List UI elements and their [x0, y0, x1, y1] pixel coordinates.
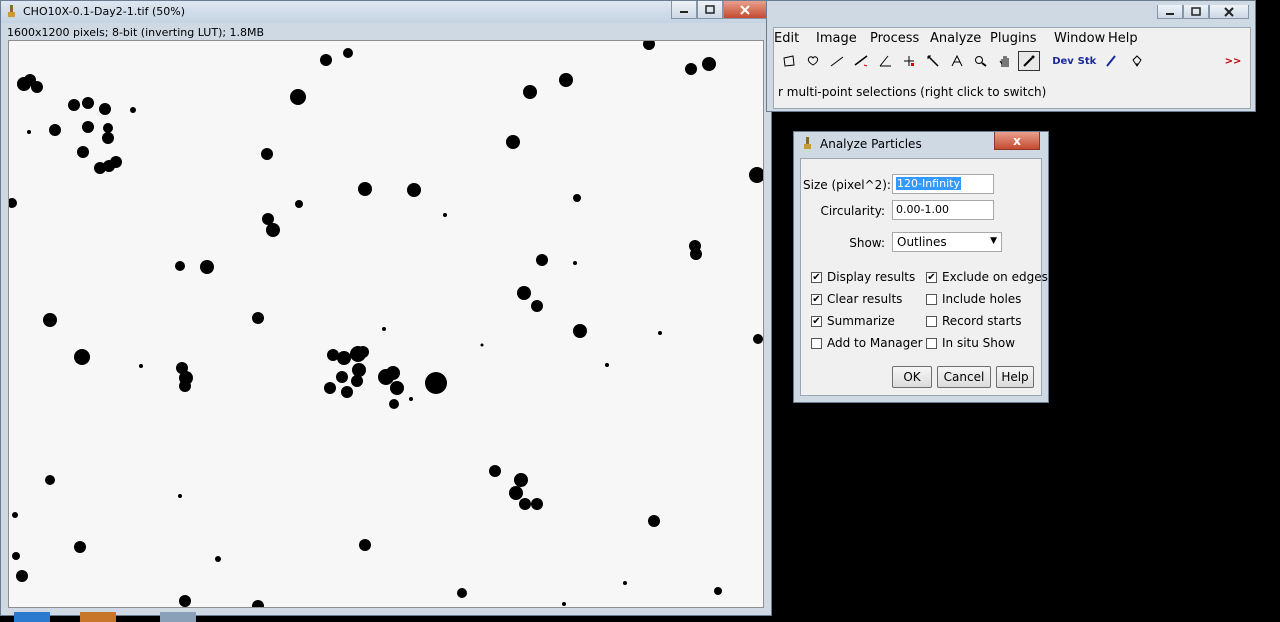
size-input-value: 120-Infinity — [896, 177, 961, 190]
polygon-tool[interactable] — [826, 51, 848, 71]
status-bar-text: r multi-point selections (right click to… — [778, 85, 1047, 99]
circularity-input[interactable]: 0.00-1.00 — [892, 200, 994, 220]
clear-results-checkbox[interactable]: ✔ — [811, 294, 822, 305]
close-icon — [740, 4, 750, 15]
ij-maximize-button[interactable] — [1183, 5, 1209, 19]
add-to-manager-label: Add to Manager — [827, 336, 923, 350]
image-window[interactable]: CHO10X-0.1-Day2-1.tif (50%) 1600x1200 pi… — [0, 0, 772, 616]
analyze-particles-dialog[interactable]: Analyze Particles x Size (pixel^2): 120-… — [793, 131, 1049, 403]
maximize-button[interactable] — [697, 1, 723, 19]
flood-fill-icon — [1132, 55, 1142, 67]
hand-tool[interactable] — [994, 51, 1016, 71]
text-tool[interactable] — [946, 51, 968, 71]
oval-tool[interactable] — [802, 51, 824, 71]
more-tools-button[interactable]: >> — [1222, 51, 1244, 71]
close-icon — [1224, 6, 1234, 17]
angle-icon — [879, 55, 891, 67]
chevron-down-icon: ▼ — [990, 236, 997, 246]
wand-icon — [927, 55, 939, 67]
polygon-icon — [830, 56, 844, 67]
menu-analyze[interactable]: Analyze — [930, 31, 981, 46]
imagej-app-icon — [804, 137, 811, 149]
oval-icon — [807, 56, 819, 66]
taskbar-item-1[interactable] — [14, 612, 50, 622]
color-picker-icon — [1023, 55, 1035, 67]
circularity-label: Circularity: — [820, 204, 885, 218]
dev-tool[interactable]: Dev — [1052, 51, 1074, 71]
image-window-titlebar[interactable]: CHO10X-0.1-Day2-1.tif (50%) — [1, 1, 771, 23]
maximize-icon — [1191, 7, 1201, 16]
menu-help[interactable]: Help — [1108, 31, 1138, 46]
close-window-button[interactable] — [723, 1, 767, 19]
record-starts-checkbox[interactable] — [926, 316, 937, 327]
imagej-toolbar-window[interactable]: Edit Image Process Analyze Plugins Windo… — [766, 0, 1256, 112]
menu-edit[interactable]: Edit — [774, 31, 799, 46]
display-results-label: Display results — [827, 270, 916, 284]
text-icon — [951, 55, 963, 67]
imagej-app-icon — [8, 5, 15, 17]
record-starts-label: Record starts — [942, 314, 1022, 328]
minimize-icon — [1166, 12, 1174, 15]
hand-icon — [999, 56, 1009, 67]
image-info-text: 1600x1200 pixels; 8-bit (inverting LUT);… — [7, 26, 265, 39]
show-dropdown-value: Outlines — [897, 235, 947, 249]
dialog-close-button[interactable]: x — [994, 132, 1040, 150]
maximize-icon — [705, 5, 715, 14]
in-situ-show-label: In situ Show — [942, 336, 1016, 350]
flood-fill-tool[interactable] — [1126, 51, 1148, 71]
add-to-manager-checkbox[interactable] — [811, 338, 822, 349]
magnifier-icon — [975, 56, 987, 67]
magnifier-tool[interactable] — [970, 51, 992, 71]
cancel-button[interactable]: Cancel — [937, 366, 991, 388]
line-icon — [854, 55, 868, 67]
brush-icon — [1106, 55, 1116, 67]
summarize-label: Summarize — [827, 314, 895, 328]
menu-plugins[interactable]: Plugins — [990, 31, 1037, 46]
display-results-checkbox[interactable]: ✔ — [811, 272, 822, 283]
include-holes-checkbox[interactable] — [926, 294, 937, 305]
exclude-on-edges-label: Exclude on edges — [942, 270, 1048, 284]
minimize-icon — [680, 10, 688, 13]
menu-image[interactable]: Image — [816, 31, 857, 46]
cell-particles-image — [9, 41, 763, 607]
taskbar-item-2[interactable] — [80, 612, 116, 622]
rectangle-tool[interactable] — [778, 51, 800, 71]
ok-button[interactable]: OK — [892, 366, 932, 388]
brush-tool[interactable] — [1100, 51, 1122, 71]
help-button[interactable]: Help — [996, 366, 1034, 388]
image-canvas[interactable] — [8, 40, 764, 608]
angle-tool[interactable] — [874, 51, 896, 71]
include-holes-label: Include holes — [942, 292, 1022, 306]
minimize-button[interactable] — [671, 1, 697, 19]
in-situ-show-checkbox[interactable] — [926, 338, 937, 349]
show-dropdown[interactable]: Outlines ▼ — [892, 232, 1002, 252]
wand-tool[interactable] — [922, 51, 944, 71]
multipoint-icon — [904, 56, 914, 66]
show-label: Show: — [849, 236, 885, 250]
exclude-on-edges-checkbox[interactable]: ✔ — [926, 272, 937, 283]
size-label: Size (pixel^2): — [803, 178, 891, 192]
image-window-title: CHO10X-0.1-Day2-1.tif (50%) — [23, 5, 185, 18]
dialog-title: Analyze Particles — [820, 137, 922, 151]
summarize-checkbox[interactable]: ✔ — [811, 316, 822, 327]
rectangle-icon — [783, 55, 795, 67]
taskbar-item-3[interactable] — [160, 612, 196, 622]
dialog-body: Size (pixel^2): 120-Infinity Circularity… — [800, 158, 1048, 396]
ij-minimize-button[interactable] — [1157, 5, 1183, 19]
menu-window[interactable]: Window — [1054, 31, 1105, 46]
ij-close-button[interactable] — [1209, 5, 1249, 19]
line-tool[interactable] — [850, 51, 872, 71]
imagej-main-panel: Edit Image Process Analyze Plugins Windo… — [773, 27, 1251, 109]
stk-tool[interactable]: Stk — [1076, 51, 1098, 71]
size-input[interactable]: 120-Infinity — [892, 174, 994, 194]
menu-process[interactable]: Process — [870, 31, 919, 46]
multipoint-tool[interactable] — [898, 51, 920, 71]
clear-results-label: Clear results — [827, 292, 903, 306]
color-picker-tool[interactable] — [1018, 51, 1040, 71]
